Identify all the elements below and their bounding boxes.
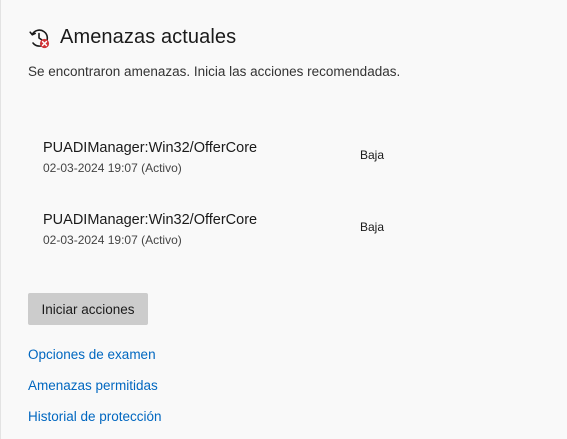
threat-level: Baja — [360, 220, 385, 234]
section-header: Amenazas actuales — [28, 26, 236, 49]
start-actions-button[interactable]: Iniciar acciones — [28, 293, 148, 325]
pane-edge — [0, 0, 1, 439]
threat-level: Baja — [360, 148, 385, 162]
threat-item[interactable]: PUADIManager:Win32/OfferCore 02-03-2024 … — [43, 140, 523, 180]
threat-name: PUADIManager:Win32/OfferCore — [43, 212, 258, 228]
threat-history-icon — [28, 27, 50, 49]
threat-date: 02-03-2024 19:07 (Activo) — [43, 161, 182, 175]
threat-name: PUADIManager:Win32/OfferCore — [43, 140, 258, 156]
scan-options-link[interactable]: Opciones de examen — [28, 347, 156, 362]
allowed-threats-link[interactable]: Amenazas permitidas — [28, 378, 158, 393]
protection-history-link[interactable]: Historial de protección — [28, 409, 162, 424]
page-title: Amenazas actuales — [60, 26, 237, 48]
threat-date: 02-03-2024 19:07 (Activo) — [43, 233, 182, 247]
threats-found-message: Se encontraron amenazas. Inicia las acci… — [28, 64, 401, 79]
threat-item[interactable]: PUADIManager:Win32/OfferCore 02-03-2024 … — [43, 212, 523, 252]
